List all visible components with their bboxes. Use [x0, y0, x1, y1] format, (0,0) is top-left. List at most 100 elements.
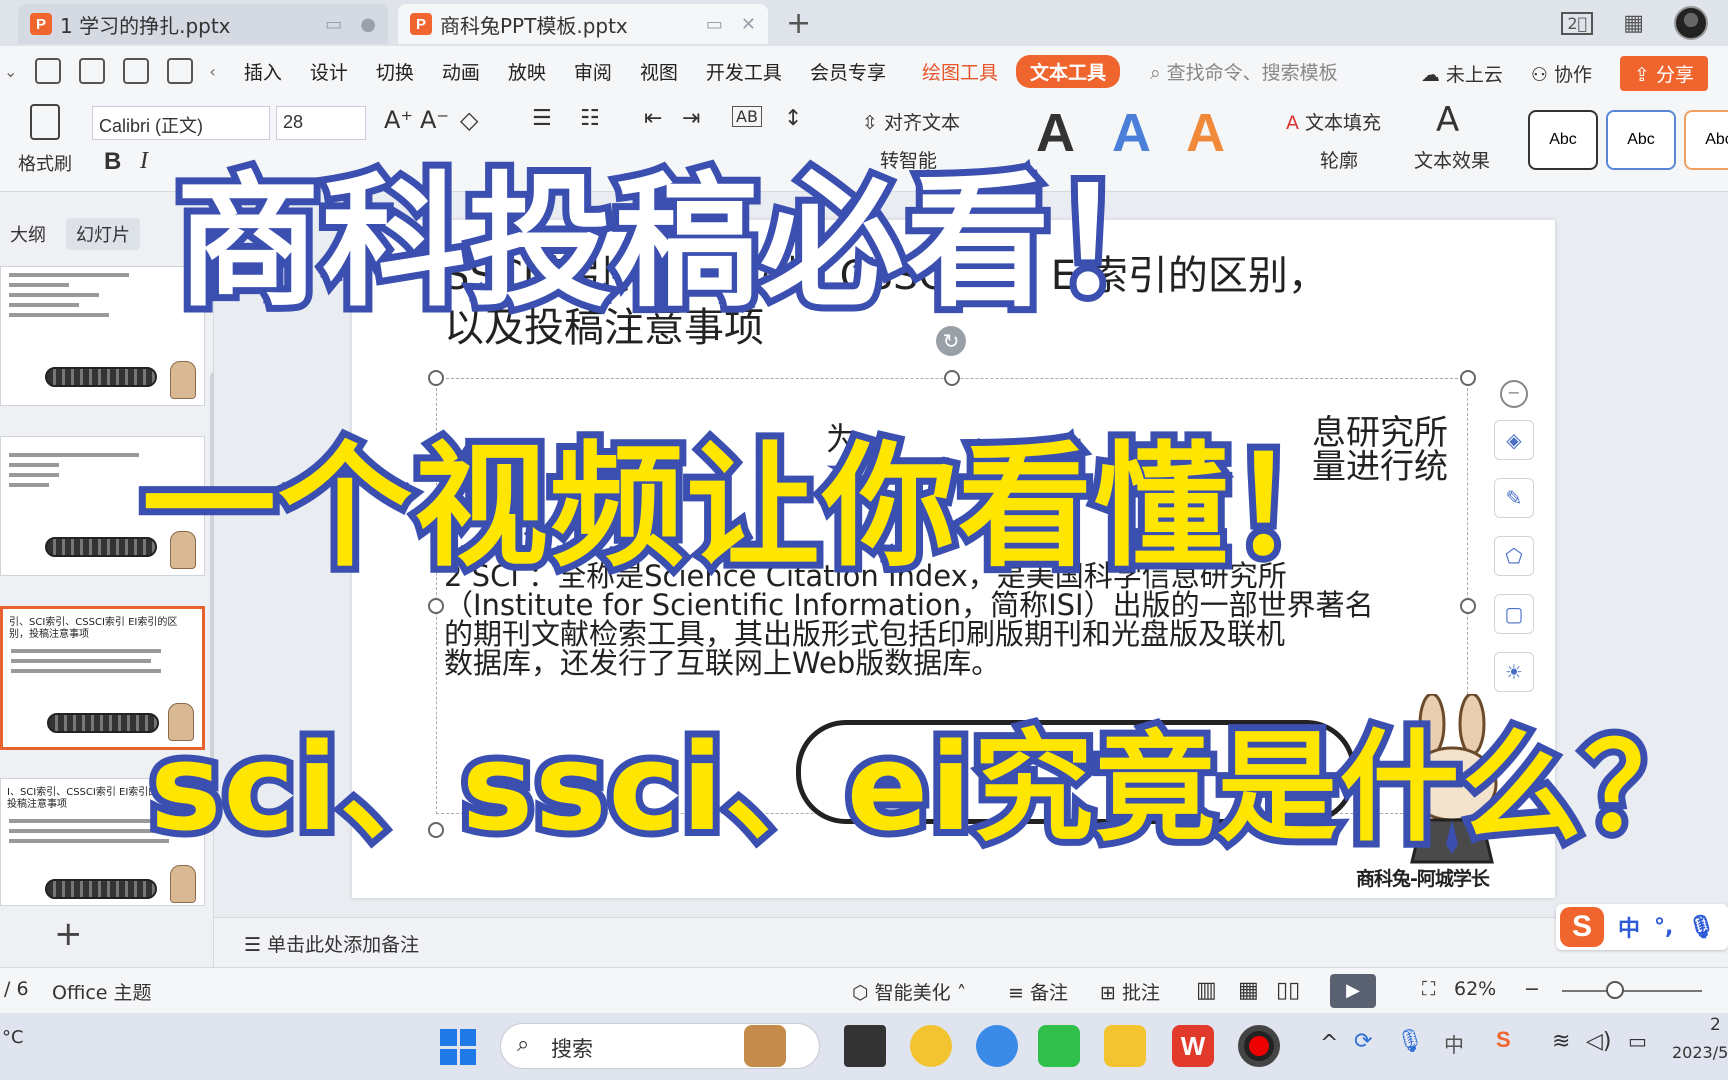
monitor-icon[interactable]: ▭ [325, 14, 342, 35]
resize-handle[interactable] [428, 598, 444, 614]
slide-thumb-1[interactable] [0, 266, 205, 406]
menu-text-tools[interactable]: 文本工具 [1015, 54, 1120, 88]
wps-icon[interactable]: W [1172, 1025, 1214, 1067]
theme-name[interactable]: Office 主题 [52, 978, 152, 1005]
menu-insert[interactable]: 插入 [244, 58, 282, 85]
brush-icon[interactable] [30, 104, 60, 140]
add-tab-icon[interactable]: + [786, 6, 811, 41]
clock-time[interactable]: 2 [1710, 1015, 1721, 1035]
format-painter-label[interactable]: 格式刷 [18, 150, 72, 176]
layout-icon[interactable]: 2⃞ [1561, 11, 1594, 35]
close-icon[interactable]: ✕ [741, 14, 756, 35]
monitor-icon[interactable]: ▭ [706, 14, 723, 35]
music-icon[interactable] [910, 1025, 952, 1067]
menu-slideshow[interactable]: 放映 [508, 58, 546, 85]
zoom-level[interactable]: 62% [1454, 978, 1496, 1000]
sogou-ime-icon[interactable]: S [1496, 1027, 1511, 1053]
thumb-title: 引、SCI索引、CSSCI索引 EI索引的区别，投稿注意事项 [9, 617, 178, 640]
zoom-slider-thumb[interactable] [1606, 981, 1624, 999]
comment-button[interactable]: ⊞ 批注 [1100, 978, 1160, 1005]
text-effect-button[interactable]: 文本效果 [1414, 146, 1490, 173]
tab-slides[interactable]: 幻灯片 [66, 218, 140, 250]
dot-icon[interactable]: ● [360, 14, 376, 35]
ime-toolbar[interactable]: S 中 °, 🎙︎ [1556, 904, 1728, 950]
sorter-view-icon[interactable]: ▦ [1238, 978, 1259, 1003]
text-outline-button[interactable]: 轮廓 [1320, 146, 1358, 173]
zoom-out-icon[interactable]: − [1524, 978, 1540, 1000]
frame-icon[interactable]: ▢ [1494, 594, 1534, 634]
menu-developer[interactable]: 开发工具 [706, 58, 782, 85]
resize-handle[interactable] [1460, 598, 1476, 614]
sogou-browser-icon[interactable] [976, 1025, 1018, 1067]
resize-handle[interactable] [1460, 370, 1476, 386]
fill-icon[interactable]: ⬠ [1494, 536, 1534, 576]
menu-draw-tools[interactable]: 绘图工具 [922, 58, 998, 85]
grid-icon[interactable]: ▦ [1623, 11, 1644, 36]
overlay-subtitle: 一个视频让你看懂！ [135, 422, 1371, 592]
reading-view-icon[interactable]: ▯▯ [1276, 978, 1300, 1003]
chevron-down-icon[interactable]: ⌄ [4, 62, 17, 81]
cloud-button[interactable]: ☁ 未上云 [1421, 60, 1503, 87]
menu-view[interactable]: 视图 [640, 58, 678, 85]
menu-design[interactable]: 设计 [310, 58, 348, 85]
weather-temp[interactable]: °C [2, 1027, 24, 1048]
export-icon[interactable] [79, 58, 106, 84]
menu-review[interactable]: 审阅 [574, 58, 612, 85]
clock-date[interactable]: 2023/5 [1672, 1043, 1728, 1062]
normal-view-icon[interactable]: ▥ [1196, 978, 1217, 1003]
wechat-icon[interactable] [1038, 1025, 1080, 1067]
text-fill-button[interactable]: A 文本填充 [1286, 108, 1381, 135]
mic-icon[interactable]: 🎙︎ [1687, 915, 1715, 940]
books-icon[interactable] [744, 1025, 786, 1067]
sync-icon[interactable]: ⟳ [1354, 1029, 1372, 1054]
notes-toggle[interactable]: ≡ 备注 [1008, 978, 1068, 1005]
resize-handle[interactable] [428, 370, 444, 386]
tab-file-1[interactable]: P 1 学习的挣扎.pptx ▭ ● [18, 4, 388, 44]
menu-transition[interactable]: 切换 [376, 58, 414, 85]
task-view-icon[interactable] [844, 1025, 886, 1067]
collapse-icon[interactable]: − [1500, 380, 1528, 408]
italic-button[interactable]: I [140, 148, 148, 175]
style-preset-3[interactable]: Abc [1684, 110, 1728, 170]
text-effect-icon[interactable]: A [1436, 100, 1459, 140]
avatar[interactable] [1674, 6, 1708, 40]
tab-file-2[interactable]: P 商科兔PPT模板.pptx ▭ ✕ [398, 4, 768, 44]
chevron-left-icon[interactable]: ‹ [209, 62, 215, 81]
notes-pane[interactable]: ☰ 单击此处添加备注 [214, 917, 1728, 967]
zoom-slider[interactable] [1562, 990, 1702, 992]
resize-handle[interactable] [944, 370, 960, 386]
style-preset-2[interactable]: Abc [1606, 110, 1676, 170]
windows-start-icon[interactable] [440, 1029, 476, 1065]
menu-member[interactable]: 会员专享 [810, 58, 886, 85]
collab-button[interactable]: ⚇ 协作 [1531, 60, 1592, 87]
command-search[interactable]: ⌕ 查找命令、搜索模板 [1150, 58, 1338, 85]
layers-icon[interactable]: ◈ [1494, 420, 1534, 460]
bold-button[interactable]: B [104, 148, 121, 176]
notes-placeholder[interactable]: ☰ 单击此处添加备注 [244, 930, 419, 957]
ime-punct-indicator[interactable]: °, [1654, 915, 1673, 940]
tray-chevron-icon[interactable]: ^ [1320, 1031, 1338, 1056]
share-button[interactable]: ⇪ 分享 [1620, 56, 1708, 91]
battery-icon[interactable]: ▭ [1628, 1029, 1647, 1053]
beautify-button[interactable]: ⬡ 智能美化 ˄ [852, 978, 966, 1005]
style-preset-1[interactable]: Abc [1528, 110, 1598, 170]
add-slide-button[interactable]: + [54, 914, 83, 954]
ime-lang[interactable]: 中 [1444, 1029, 1464, 1058]
lightbulb-icon[interactable]: ☀ [1494, 652, 1534, 692]
fit-icon[interactable]: ⛶ [1422, 978, 1435, 1000]
text-direction-icon[interactable]: AB [732, 106, 762, 127]
mic-icon[interactable]: 🎙︎ [1396, 1029, 1424, 1054]
play-button[interactable]: ▶ [1330, 974, 1376, 1008]
tab-outline[interactable]: 大纲 [0, 218, 56, 250]
menu-animation[interactable]: 动画 [442, 58, 480, 85]
folder-icon[interactable] [1104, 1025, 1146, 1067]
volume-icon[interactable]: ◁) [1586, 1029, 1612, 1054]
pen-icon[interactable]: ✎ [1494, 478, 1534, 518]
save-icon[interactable] [35, 58, 62, 84]
tab-label: 商科兔PPT模板.pptx [440, 13, 628, 38]
preview-icon[interactable] [167, 58, 194, 84]
record-icon[interactable] [1238, 1025, 1280, 1067]
ime-lang-indicator[interactable]: 中 [1618, 911, 1640, 943]
print-icon[interactable] [123, 58, 150, 84]
wifi-icon[interactable]: ≋ [1552, 1029, 1570, 1054]
